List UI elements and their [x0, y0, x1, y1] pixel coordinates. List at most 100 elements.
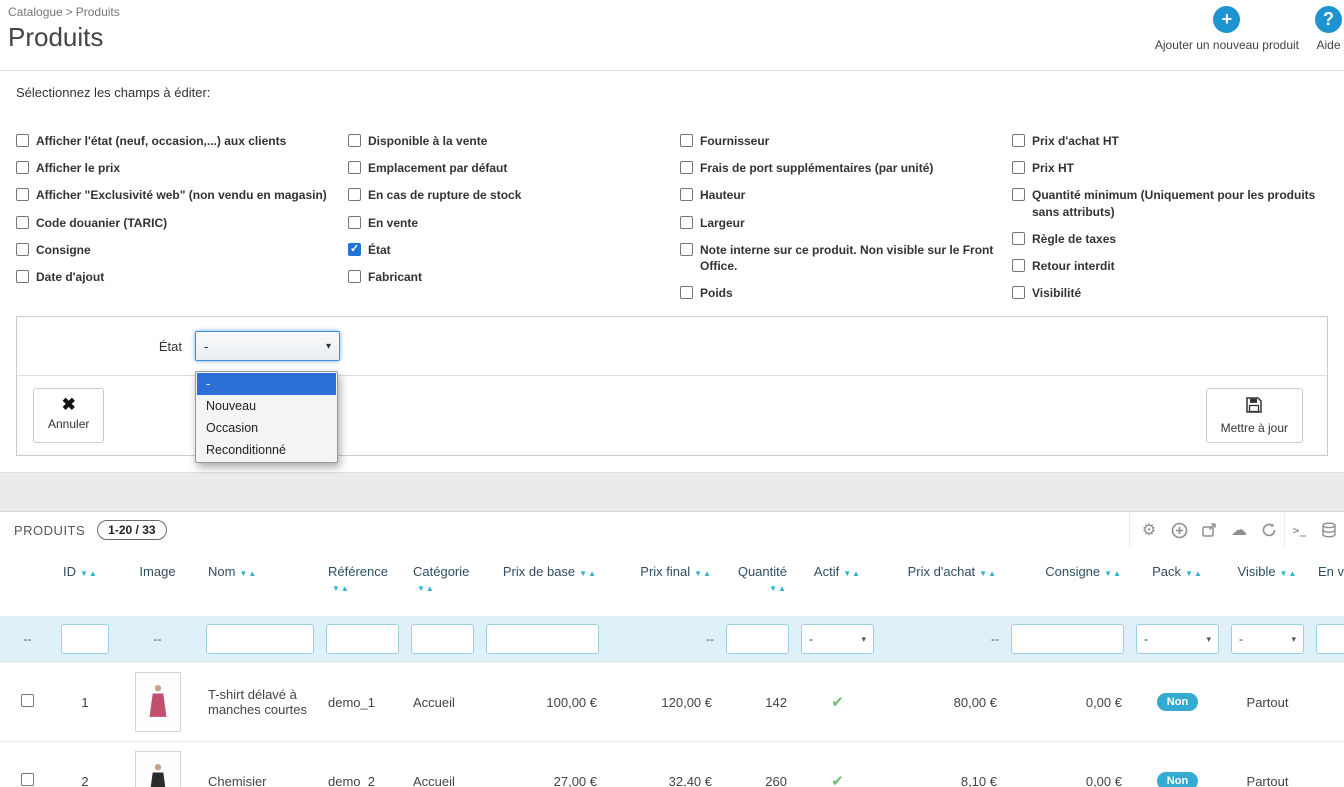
update-button[interactable]: Mettre à jour — [1205, 388, 1303, 444]
field-emplacement-defaut[interactable]: Emplacement par défaut — [348, 160, 664, 176]
sort-icons[interactable]: ▼▲ — [332, 584, 350, 593]
settings-gear-icon[interactable]: ⚙ — [1134, 512, 1164, 548]
column-header-nom[interactable]: Nom ▼▲ — [200, 548, 320, 616]
field-etat[interactable]: État — [348, 242, 664, 258]
breadcrumb-produits[interactable]: Produits — [76, 5, 120, 19]
field-fournisseur[interactable]: Fournisseur — [680, 133, 996, 149]
checkbox[interactable] — [680, 188, 693, 202]
import-cloud-icon[interactable]: ☁ — [1224, 512, 1254, 548]
add-new-icon[interactable] — [1164, 512, 1194, 548]
field-retour-interdit[interactable]: Retour interdit — [1012, 258, 1328, 274]
sql-query-icon[interactable]: >_ — [1284, 512, 1314, 549]
export-icon[interactable] — [1194, 512, 1224, 548]
checkbox[interactable] — [16, 188, 29, 202]
field-afficher-etat[interactable]: Afficher l'état (neuf, occasion,...) aux… — [16, 133, 332, 149]
product-image[interactable] — [134, 672, 181, 733]
active-check-icon[interactable]: ✔ — [831, 773, 844, 787]
sort-icons[interactable]: ▼▲ — [769, 584, 787, 593]
checkbox[interactable] — [16, 161, 29, 175]
field-quantite-minimum[interactable]: Quantité minimum (Uniquement pour les pr… — [1012, 187, 1328, 219]
checkbox[interactable] — [680, 134, 693, 147]
field-disponible-vente[interactable]: Disponible à la vente — [348, 133, 664, 149]
checkbox[interactable] — [1012, 188, 1025, 202]
column-header-quantite[interactable]: Quantité ▼▲ — [720, 548, 795, 616]
option-dash[interactable]: - — [197, 373, 336, 396]
field-largeur[interactable]: Largeur — [680, 215, 996, 231]
etat-select[interactable]: - ▾ — [195, 331, 340, 362]
field-visibilite[interactable]: Visibilité — [1012, 285, 1328, 301]
sort-icons[interactable]: ▼▲ — [239, 569, 257, 578]
column-header-prix-de-base[interactable]: Prix de base ▼▲ — [480, 548, 605, 616]
field-frais-port[interactable]: Frais de port supplémentaires (par unité… — [680, 160, 996, 176]
filter-categorie-input[interactable] — [411, 624, 474, 655]
option-nouveau[interactable]: Nouveau — [197, 395, 336, 417]
sort-icons[interactable]: ▼▲ — [80, 569, 98, 578]
cancel-button[interactable]: ✖ Annuler — [33, 388, 105, 444]
cell-nom[interactable]: T-shirt délavé à manches courtes — [200, 662, 320, 742]
column-header-categorie[interactable]: Catégorie ▼▲ — [405, 548, 480, 616]
checkbox[interactable] — [16, 242, 29, 256]
filter-prix-de-base-input[interactable] — [486, 624, 599, 655]
filter-pack-select[interactable]: - ▾ — [1136, 624, 1219, 655]
option-reconditionne[interactable]: Reconditionné — [197, 439, 336, 461]
field-date-ajout[interactable]: Date d'ajout — [16, 269, 332, 285]
cell-nom[interactable]: Chemisier — [200, 741, 320, 787]
filter-actif-select[interactable]: - ▾ — [801, 624, 874, 655]
field-rupture-stock[interactable]: En cas de rupture de stock — [348, 187, 664, 203]
field-regle-taxes[interactable]: Règle de taxes — [1012, 231, 1328, 247]
checkbox[interactable] — [16, 134, 29, 147]
column-header-visible[interactable]: Visible ▼▲ — [1225, 548, 1310, 616]
sort-icons[interactable]: ▼▲ — [1185, 569, 1203, 578]
table-row-2[interactable]: 2 Chemisier demo_2 Accueil 27,00 € 32,40… — [0, 741, 1344, 787]
checkbox-checked[interactable] — [348, 242, 361, 257]
column-header-actif[interactable]: Actif ▼▲ — [795, 548, 880, 616]
column-header-prix-final[interactable]: Prix final ▼▲ — [605, 548, 720, 616]
row-checkbox[interactable] — [21, 694, 34, 708]
sql-manager-icon[interactable] — [1314, 512, 1344, 548]
checkbox[interactable] — [1012, 286, 1025, 300]
checkbox[interactable] — [680, 242, 693, 256]
field-exclusivite-web[interactable]: Afficher "Exclusivité web" (non vendu en… — [16, 187, 332, 203]
sort-icons[interactable]: ▼▲ — [979, 569, 997, 578]
field-code-douanier[interactable]: Code douanier (TARIC) — [16, 215, 332, 231]
column-header-en-vente[interactable]: En vente▼▲ — [1310, 548, 1344, 616]
filter-id-input[interactable] — [61, 624, 109, 655]
filter-en-vente-input[interactable] — [1316, 624, 1344, 655]
checkbox[interactable] — [1012, 258, 1025, 272]
product-image[interactable] — [134, 751, 181, 787]
column-header-consigne[interactable]: Consigne ▼▲ — [1005, 548, 1130, 616]
breadcrumb-catalogue[interactable]: Catalogue — [8, 5, 63, 19]
field-hauteur[interactable]: Hauteur — [680, 187, 996, 203]
column-header-pack[interactable]: Pack ▼▲ — [1130, 548, 1225, 616]
checkbox[interactable] — [16, 269, 29, 283]
checkbox[interactable] — [680, 215, 693, 229]
checkbox[interactable] — [680, 161, 693, 175]
filter-nom-input[interactable] — [206, 624, 314, 655]
sort-icons[interactable]: ▼▲ — [843, 569, 861, 578]
checkbox[interactable] — [348, 161, 361, 175]
checkbox[interactable] — [348, 269, 361, 283]
checkbox[interactable] — [1012, 231, 1025, 245]
filter-quantite-input[interactable] — [726, 624, 789, 655]
row-checkbox[interactable] — [21, 773, 34, 787]
field-consigne[interactable]: Consigne — [16, 242, 332, 258]
option-occasion[interactable]: Occasion — [197, 417, 336, 439]
help-button[interactable]: ? Aide — [1315, 6, 1342, 52]
sort-icons[interactable]: ▼▲ — [1280, 569, 1298, 578]
field-fabricant[interactable]: Fabricant — [348, 269, 664, 285]
checkbox[interactable] — [680, 286, 693, 300]
filter-visible-select[interactable]: - ▾ — [1231, 624, 1304, 655]
field-en-vente[interactable]: En vente — [348, 215, 664, 231]
sort-icons[interactable]: ▼▲ — [1104, 569, 1122, 578]
filter-consigne-input[interactable] — [1011, 624, 1124, 655]
checkbox[interactable] — [1012, 134, 1025, 147]
refresh-icon[interactable] — [1254, 512, 1284, 548]
checkbox[interactable] — [348, 188, 361, 202]
checkbox[interactable] — [348, 134, 361, 147]
field-note-interne[interactable]: Note interne sur ce produit. Non visible… — [680, 242, 996, 274]
active-check-icon[interactable]: ✔ — [831, 694, 844, 711]
checkbox[interactable] — [348, 215, 361, 229]
column-header-prix-achat[interactable]: Prix d'achat ▼▲ — [880, 548, 1005, 616]
checkbox[interactable] — [1012, 161, 1025, 175]
field-afficher-prix[interactable]: Afficher le prix — [16, 160, 332, 176]
